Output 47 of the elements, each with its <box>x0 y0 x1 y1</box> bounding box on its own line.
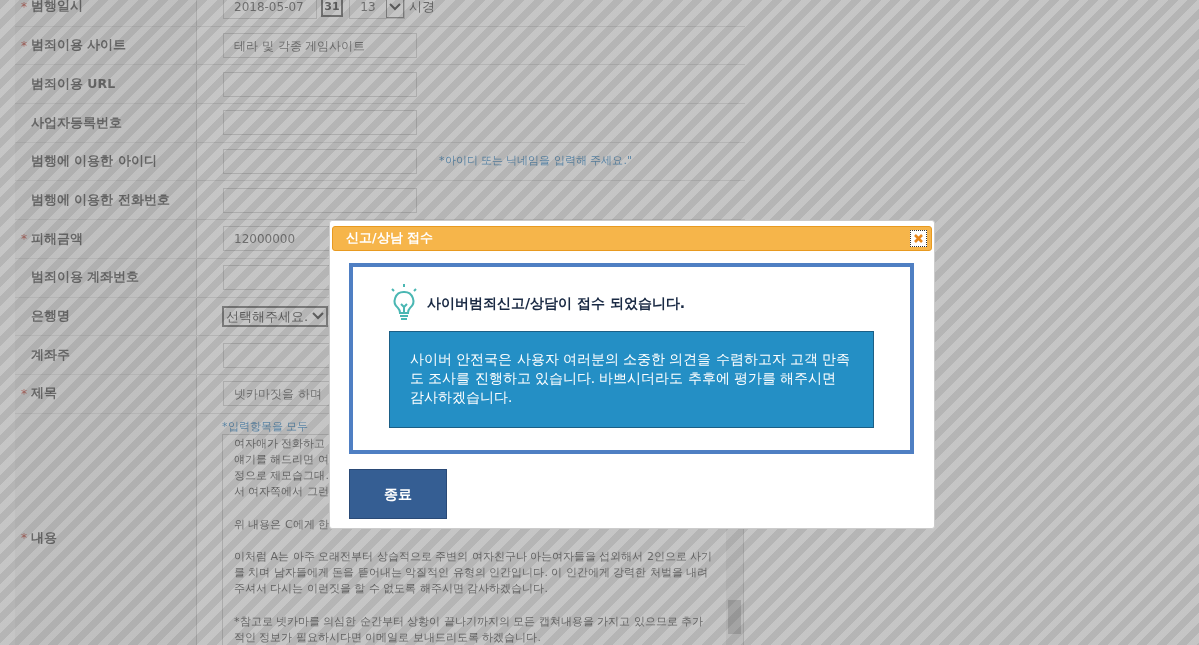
date-field[interactable]: 2018-05-07 <box>223 0 317 19</box>
calendar-button[interactable]: 31 <box>321 0 343 17</box>
chevron-down-icon <box>312 312 325 321</box>
bank-select[interactable]: 선택해주세요. <box>222 305 329 327</box>
field-hint: *입력항목을 모두 <box>222 419 309 434</box>
text-field[interactable] <box>223 71 417 97</box>
field-label: 범죄이용 계좌번호 <box>31 268 140 287</box>
field-label: 사업자등록번호 <box>31 113 122 132</box>
close-dialog-button[interactable]: 종료 <box>349 469 447 519</box>
text-field[interactable] <box>223 110 417 136</box>
field-label: 범죄이용 사이트 <box>31 36 127 55</box>
field-hint: *아이디 또는 닉네임을 입력해 주세요." <box>439 153 633 170</box>
time-suffix: 시경 <box>409 0 435 17</box>
message-heading: 사이버범죄신고/상담이 접수 되었습니다. <box>427 293 686 313</box>
text-line: 를 치며 남자들에게 돈을 뜯어내는 악질적인 유형의 인간입니다. 이 인간에게 강력한 처벌을 내려 <box>234 566 709 580</box>
field-label: 피해금액 <box>31 229 83 248</box>
close-button[interactable] <box>910 230 927 247</box>
text-line: 정으로 제모습그대. <box>234 468 329 482</box>
text-line: 주셔서 다시는 이런짓을 할 수 없도록 해주시면 감사하겠습니다. <box>234 582 548 596</box>
hour-select[interactable]: 13 <box>349 0 405 19</box>
field-label: 내용 <box>31 528 57 547</box>
required-mark: * <box>21 530 27 548</box>
field-label: 제목 <box>31 384 57 403</box>
field-label: 범행에 이용한 전화번호 <box>31 190 170 209</box>
text-field[interactable]: 테라 및 각종 게임사이트 <box>223 33 417 59</box>
field-label: 계좌주 <box>31 345 70 364</box>
text-line: 적인 정보가 필요하시다면 이메일로 보내드리도록 하겠습니다. <box>234 630 541 644</box>
required-mark: * <box>21 230 27 248</box>
text-line: 얘기를 해드리면 여 <box>234 452 329 466</box>
chevron-down-icon <box>386 0 404 18</box>
text-line: 이처럼 A는 아주 오래전부터 상습적으로 주변의 여자친구나 아는여자들을 섭외해서 2인으로 사기 <box>234 549 713 563</box>
text-field[interactable] <box>223 187 417 213</box>
required-mark: * <box>21 0 27 16</box>
field-label: 범죄이용 URL <box>31 74 116 93</box>
lightbulb-icon <box>389 283 419 323</box>
text-line: 서 여자쪽에서 그런 <box>234 485 329 499</box>
close-icon <box>913 233 924 244</box>
field-label: 범행에 이용한 아이디 <box>31 152 157 171</box>
text-line: *참고로 넷카마를 의심한 순간부터 상황이 끝나기까지의 모든 캡쳐내용을 가지고 있으므로 추가 <box>234 614 704 628</box>
required-mark: * <box>21 385 27 403</box>
field-label: 은행명 <box>31 306 70 325</box>
text-field[interactable] <box>223 149 417 175</box>
field-label: 범행일시 <box>31 0 83 16</box>
survey-notice: 사이버 안전국은 사용자 여러분의 소중한 의견을 수렴하고자 고객 만족도 조사를 진행하고 있습니다. 바쁘시더라도 추후에 평가를 해주시면 감사하겠습니다. <box>389 331 874 428</box>
text-line: 여자애가 전화하고 <box>234 436 326 450</box>
required-mark: * <box>21 37 27 55</box>
text-line: 위 내용은 C에게 한 <box>234 517 330 531</box>
